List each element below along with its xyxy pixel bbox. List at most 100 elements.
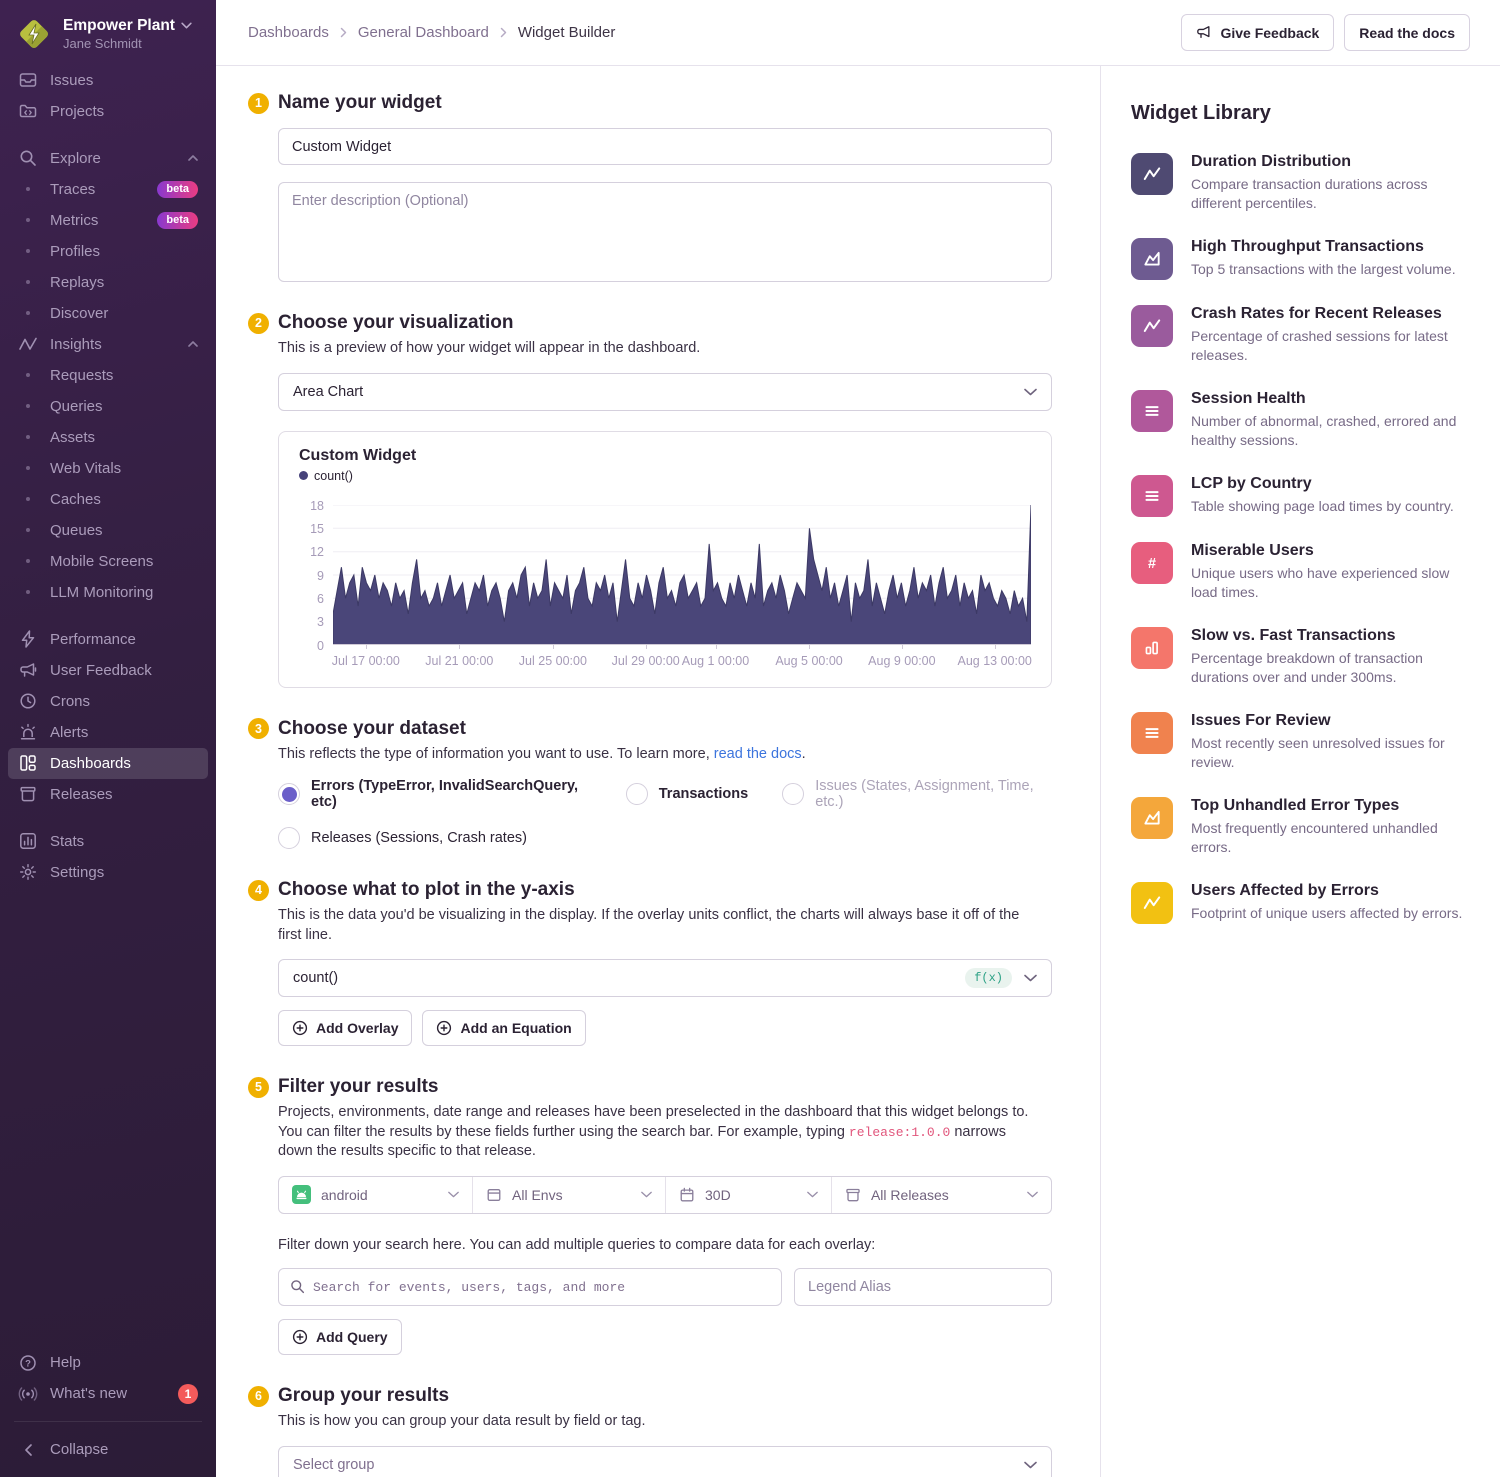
dataset-radio-transactions[interactable]: Transactions (626, 783, 748, 805)
sidebar-item-performance[interactable]: Performance (8, 624, 208, 655)
read-docs-button[interactable]: Read the docs (1344, 14, 1470, 51)
line-chart-icon (1131, 153, 1173, 195)
sidebar-section-insights[interactable]: Insights (8, 329, 208, 360)
sidebar-item-user-feedback[interactable]: User Feedback (8, 655, 208, 686)
sidebar-item-metrics[interactable]: Metricsbeta (8, 205, 208, 236)
library-item-title: Miserable Users (1191, 542, 1470, 560)
sidebar-item-web-vitals[interactable]: Web Vitals (8, 453, 208, 484)
select-placeholder: Select group (293, 1457, 374, 1473)
sidebar-item-help[interactable]: ? Help (8, 1347, 208, 1378)
sidebar-item-label: Crons (50, 693, 90, 710)
chart-legend: count() (299, 469, 1031, 483)
x-tick-mark (995, 645, 996, 649)
read-the-docs-link[interactable]: read the docs (714, 746, 802, 762)
step-title: Group your results (278, 1385, 449, 1407)
sidebar-collapse-button[interactable]: Collapse (8, 1434, 208, 1465)
y-axis-function-select[interactable]: count() f(x) (278, 959, 1052, 997)
list-bars-icon (1131, 712, 1173, 754)
sidebar-item-assets[interactable]: Assets (8, 422, 208, 453)
sidebar-item-discover[interactable]: Discover (8, 298, 208, 329)
sidebar-item-whats-new[interactable]: What's new 1 (8, 1378, 208, 1409)
environment-filter[interactable]: All Envs (472, 1177, 665, 1213)
sidebar-item-issues[interactable]: Issues (8, 65, 208, 96)
dataset-radio-issues: Issues (States, Assignment, Time, etc.) (782, 778, 1052, 810)
date-range-filter[interactable]: 30D (665, 1177, 831, 1213)
sidebar-item-replays[interactable]: Replays (8, 267, 208, 298)
sidebar-item-caches[interactable]: Caches (8, 484, 208, 515)
sidebar-section-explore[interactable]: Explore (8, 143, 208, 174)
library-item-top-unhandled-errors[interactable]: Top Unhandled Error TypesMost frequently… (1131, 797, 1470, 857)
library-item-duration-distribution[interactable]: Duration DistributionCompare transaction… (1131, 153, 1470, 213)
sidebar-item-queues[interactable]: Queues (8, 515, 208, 546)
library-item-slow-fast-transactions[interactable]: Slow vs. Fast TransactionsPercentage bre… (1131, 627, 1470, 687)
add-overlay-button[interactable]: Add Overlay (278, 1010, 412, 1046)
sidebar-item-settings[interactable]: Settings (8, 857, 208, 888)
area-chart (333, 505, 1031, 645)
library-item-users-affected[interactable]: Users Affected by ErrorsFootprint of uni… (1131, 882, 1470, 924)
sidebar-item-releases[interactable]: Releases (8, 779, 208, 810)
bullet-icon (26, 590, 30, 594)
issues-icon (18, 71, 38, 90)
release-filter[interactable]: All Releases (831, 1177, 1051, 1213)
org-logo-icon (16, 16, 52, 52)
widget-description-textarea[interactable] (278, 182, 1052, 282)
sidebar-item-llm-monitoring[interactable]: LLM Monitoring (8, 577, 208, 608)
chevron-down-icon (1024, 1461, 1037, 1469)
sidebar-item-crons[interactable]: Crons (8, 686, 208, 717)
group-select[interactable]: Select group (278, 1446, 1052, 1477)
library-item-high-throughput[interactable]: High Throughput TransactionsTop 5 transa… (1131, 238, 1470, 280)
step-subtitle: This is how you can group your data resu… (278, 1412, 1044, 1432)
sidebar: Empower Plant Jane Schmidt Issues Projec… (0, 0, 216, 1477)
sidebar-item-queries[interactable]: Queries (8, 391, 208, 422)
y-tick-label: 6 (317, 592, 324, 606)
library-item-title: Crash Rates for Recent Releases (1191, 305, 1470, 323)
library-item-issues-for-review[interactable]: Issues For ReviewMost recently seen unre… (1131, 712, 1470, 772)
sidebar-item-label: What's new (50, 1385, 127, 1402)
chevron-right-icon (500, 27, 507, 38)
add-query-button[interactable]: Add Query (278, 1319, 402, 1355)
sidebar-item-dashboards[interactable]: Dashboards (8, 748, 208, 779)
plus-circle-icon (292, 1329, 308, 1345)
org-switcher[interactable]: Empower Plant Jane Schmidt (0, 0, 216, 65)
area-chart-icon (1131, 797, 1173, 839)
library-item-crash-rates[interactable]: Crash Rates for Recent ReleasesPercentag… (1131, 305, 1470, 365)
project-filter[interactable]: android (279, 1177, 472, 1213)
library-item-session-health[interactable]: Session HealthNumber of abnormal, crashe… (1131, 390, 1470, 450)
dataset-radio-errors[interactable]: Errors (TypeError, InvalidSearchQuery, e… (278, 778, 592, 810)
widget-title-input[interactable] (278, 128, 1052, 165)
radio-label: Errors (TypeError, InvalidSearchQuery, e… (311, 778, 592, 810)
step-title: Name your widget (278, 92, 442, 114)
plus-circle-icon (436, 1020, 452, 1036)
beta-badge: beta (157, 181, 198, 198)
x-tick-mark (366, 645, 367, 649)
give-feedback-button[interactable]: Give Feedback (1181, 14, 1334, 51)
chevron-left-icon (18, 1440, 38, 1459)
sidebar-item-traces[interactable]: Tracesbeta (8, 174, 208, 205)
select-value: Area Chart (293, 384, 363, 400)
svg-text:#: # (1148, 556, 1156, 572)
step-group: 6 Group your results This is how you can… (248, 1385, 1052, 1477)
bar-chart-icon (18, 832, 38, 851)
sidebar-item-stats[interactable]: Stats (8, 826, 208, 857)
chevron-down-icon (641, 1191, 652, 1198)
sidebar-item-profiles[interactable]: Profiles (8, 236, 208, 267)
sidebar-item-requests[interactable]: Requests (8, 360, 208, 391)
dataset-radio-releases[interactable]: Releases (Sessions, Crash rates) (278, 827, 527, 849)
sidebar-item-label: Performance (50, 631, 136, 648)
sidebar-item-alerts[interactable]: Alerts (8, 717, 208, 748)
legend-alias-input[interactable] (794, 1268, 1052, 1306)
sidebar-item-mobile-screens[interactable]: Mobile Screens (8, 546, 208, 577)
visualization-select[interactable]: Area Chart (278, 373, 1052, 411)
library-item-lcp-by-country[interactable]: LCP by CountryTable showing page load ti… (1131, 475, 1470, 517)
y-tick-label: 12 (310, 545, 324, 559)
query-search-input[interactable] (278, 1268, 782, 1306)
library-item-miserable-users[interactable]: # Miserable UsersUnique users who have e… (1131, 542, 1470, 602)
button-label: Add an Equation (460, 1020, 571, 1036)
filter-bar: android All Envs 30D (278, 1176, 1052, 1214)
search-hint: Filter down your search here. You can ad… (278, 1236, 1044, 1256)
x-tick-mark (809, 645, 810, 649)
add-equation-button[interactable]: Add an Equation (422, 1010, 585, 1046)
breadcrumb-dashboards[interactable]: Dashboards (248, 24, 329, 41)
sidebar-item-projects[interactable]: Projects (8, 96, 208, 127)
breadcrumb-general-dashboard[interactable]: General Dashboard (358, 24, 489, 41)
